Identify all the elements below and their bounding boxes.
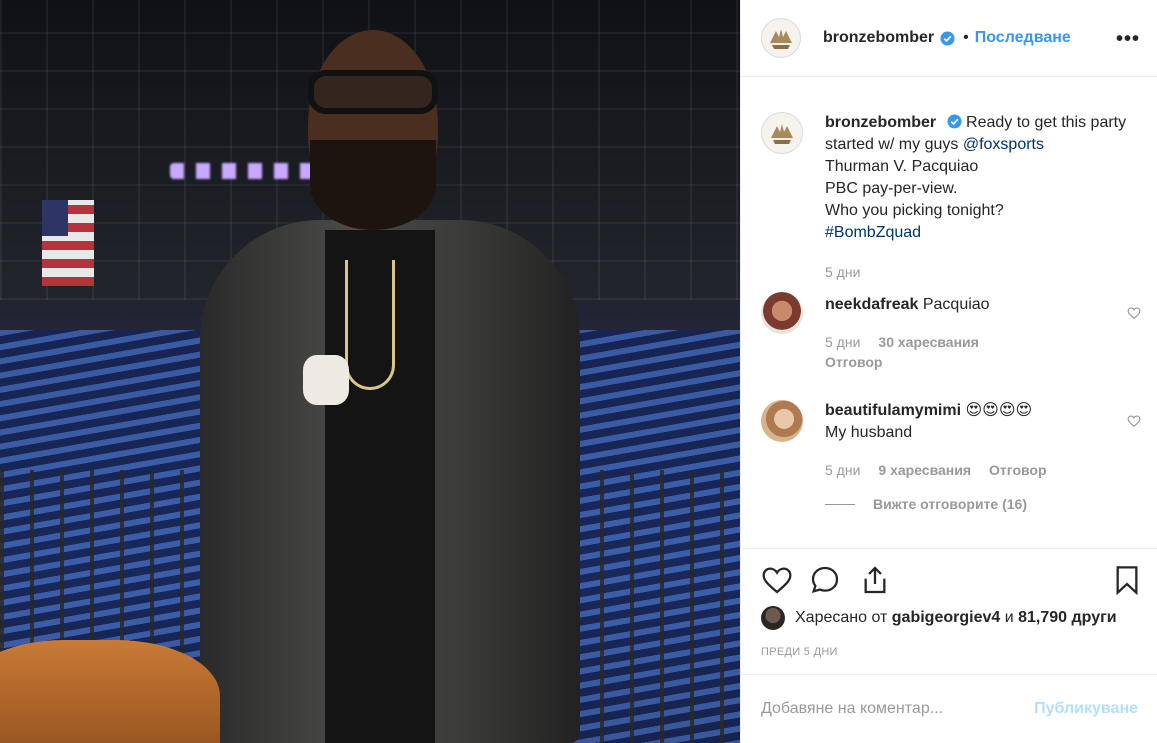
- caption-meta: 5 дни: [825, 264, 1141, 280]
- comment-text: beautifulamymimi 😍😍😍😍 My husband: [825, 400, 1141, 444]
- comment-time[interactable]: 5 дни: [825, 334, 860, 350]
- post-side-panel: bronzebomber • Последване ••• bronzebomb…: [740, 0, 1157, 743]
- follow-button[interactable]: Последване: [975, 29, 1071, 47]
- more-options-icon[interactable]: •••: [1116, 28, 1140, 51]
- verified-icon: [947, 114, 962, 129]
- comment-meta: 5 дни 9 харесвания Отговор: [825, 462, 1141, 478]
- add-comment-bar: Публикуване: [741, 674, 1157, 743]
- hashtag-link[interactable]: #BombZquad: [825, 224, 921, 241]
- comment-body: My husband: [825, 424, 913, 441]
- liker-avatar[interactable]: [761, 606, 785, 630]
- comment-meta: 5 дни 30 харесвания: [825, 334, 1141, 350]
- comment-item: beautifulamymimi 😍😍😍😍 My husband 5 дни 9…: [761, 400, 1141, 478]
- publish-button[interactable]: Публикуване: [1034, 700, 1138, 718]
- caption-text: bronzebomber Ready to get this party sta…: [825, 112, 1141, 244]
- view-replies-label: Вижте отговорите (16): [873, 496, 1027, 512]
- comment-likes[interactable]: 9 харесвания: [878, 462, 971, 478]
- caption-line-4: Who you picking tonight?: [825, 202, 1004, 219]
- reply-button[interactable]: Отговор: [989, 462, 1046, 478]
- caption: bronzebomber Ready to get this party sta…: [761, 112, 1141, 280]
- share-icon[interactable]: [859, 564, 891, 596]
- photo-chain: [345, 260, 395, 390]
- header-username[interactable]: bronzebomber: [823, 29, 934, 47]
- comment-text: neekdafreak Pacquiao: [825, 292, 1141, 316]
- comment-emoji: 😍😍😍😍: [965, 402, 1033, 419]
- likes-summary: Харесано от gabigeorgiev4 и 81,790 други: [761, 606, 1117, 630]
- photo-person: [200, 30, 580, 743]
- header-separator: •: [963, 29, 969, 46]
- caption-username[interactable]: bronzebomber: [825, 114, 936, 131]
- reply-button[interactable]: Отговор: [825, 354, 1141, 370]
- photo-desk: [0, 640, 220, 743]
- post-photo[interactable]: [0, 0, 740, 743]
- post-header: bronzebomber • Последване •••: [741, 0, 1157, 77]
- bookmark-icon[interactable]: [1111, 564, 1143, 596]
- commenter-avatar[interactable]: [761, 400, 803, 442]
- likes-count[interactable]: 81,790 други: [1018, 609, 1117, 627]
- photo-flag: [42, 200, 94, 286]
- photo-pendant: [303, 355, 349, 405]
- comment-icon[interactable]: [809, 564, 841, 596]
- caption-avatar[interactable]: [761, 112, 803, 154]
- caption-line-3: PBC pay-per-view.: [825, 180, 958, 197]
- add-comment-input[interactable]: [761, 700, 1035, 718]
- instagram-post-view: bronzebomber • Последване ••• bronzebomb…: [0, 0, 1157, 743]
- likes-prefix: Харесано от: [795, 609, 888, 626]
- comment-item: neekdafreak Pacquiao 5 дни 30 харесвания…: [761, 292, 1141, 370]
- author-avatar[interactable]: [761, 18, 801, 58]
- photo-beard: [310, 140, 436, 230]
- comment-likes[interactable]: 30 харесвания: [878, 334, 978, 350]
- bronze-bomber-logo-icon: [771, 124, 793, 144]
- comments-section: bronzebomber Ready to get this party sta…: [741, 78, 1157, 548]
- comment-body: Pacquiao: [922, 296, 990, 313]
- commenter-avatar[interactable]: [761, 292, 803, 334]
- heart-icon[interactable]: [761, 564, 793, 596]
- bronze-bomber-logo-icon: [770, 29, 792, 49]
- comment-time[interactable]: 5 дни: [825, 462, 860, 478]
- verified-icon: [940, 30, 955, 46]
- caption-line-2: Thurman V. Pacquiao: [825, 158, 979, 175]
- post-timestamp[interactable]: ПРЕДИ 5 ДНИ: [761, 646, 838, 658]
- view-replies-line: [825, 503, 855, 505]
- comment-username[interactable]: beautifulamymimi: [825, 402, 961, 419]
- comment-username[interactable]: neekdafreak: [825, 296, 918, 313]
- liker-username[interactable]: gabigeorgiev4: [892, 609, 1000, 627]
- view-replies-button[interactable]: Вижте отговорите (16): [825, 496, 1027, 512]
- caption-time[interactable]: 5 дни: [825, 264, 860, 280]
- photo-glasses: [308, 70, 438, 114]
- likes-and: и: [1004, 609, 1014, 626]
- comment-like-heart-icon[interactable]: [1127, 414, 1141, 428]
- mention-link[interactable]: @foxsports: [963, 136, 1044, 153]
- comment-like-heart-icon[interactable]: [1127, 306, 1141, 320]
